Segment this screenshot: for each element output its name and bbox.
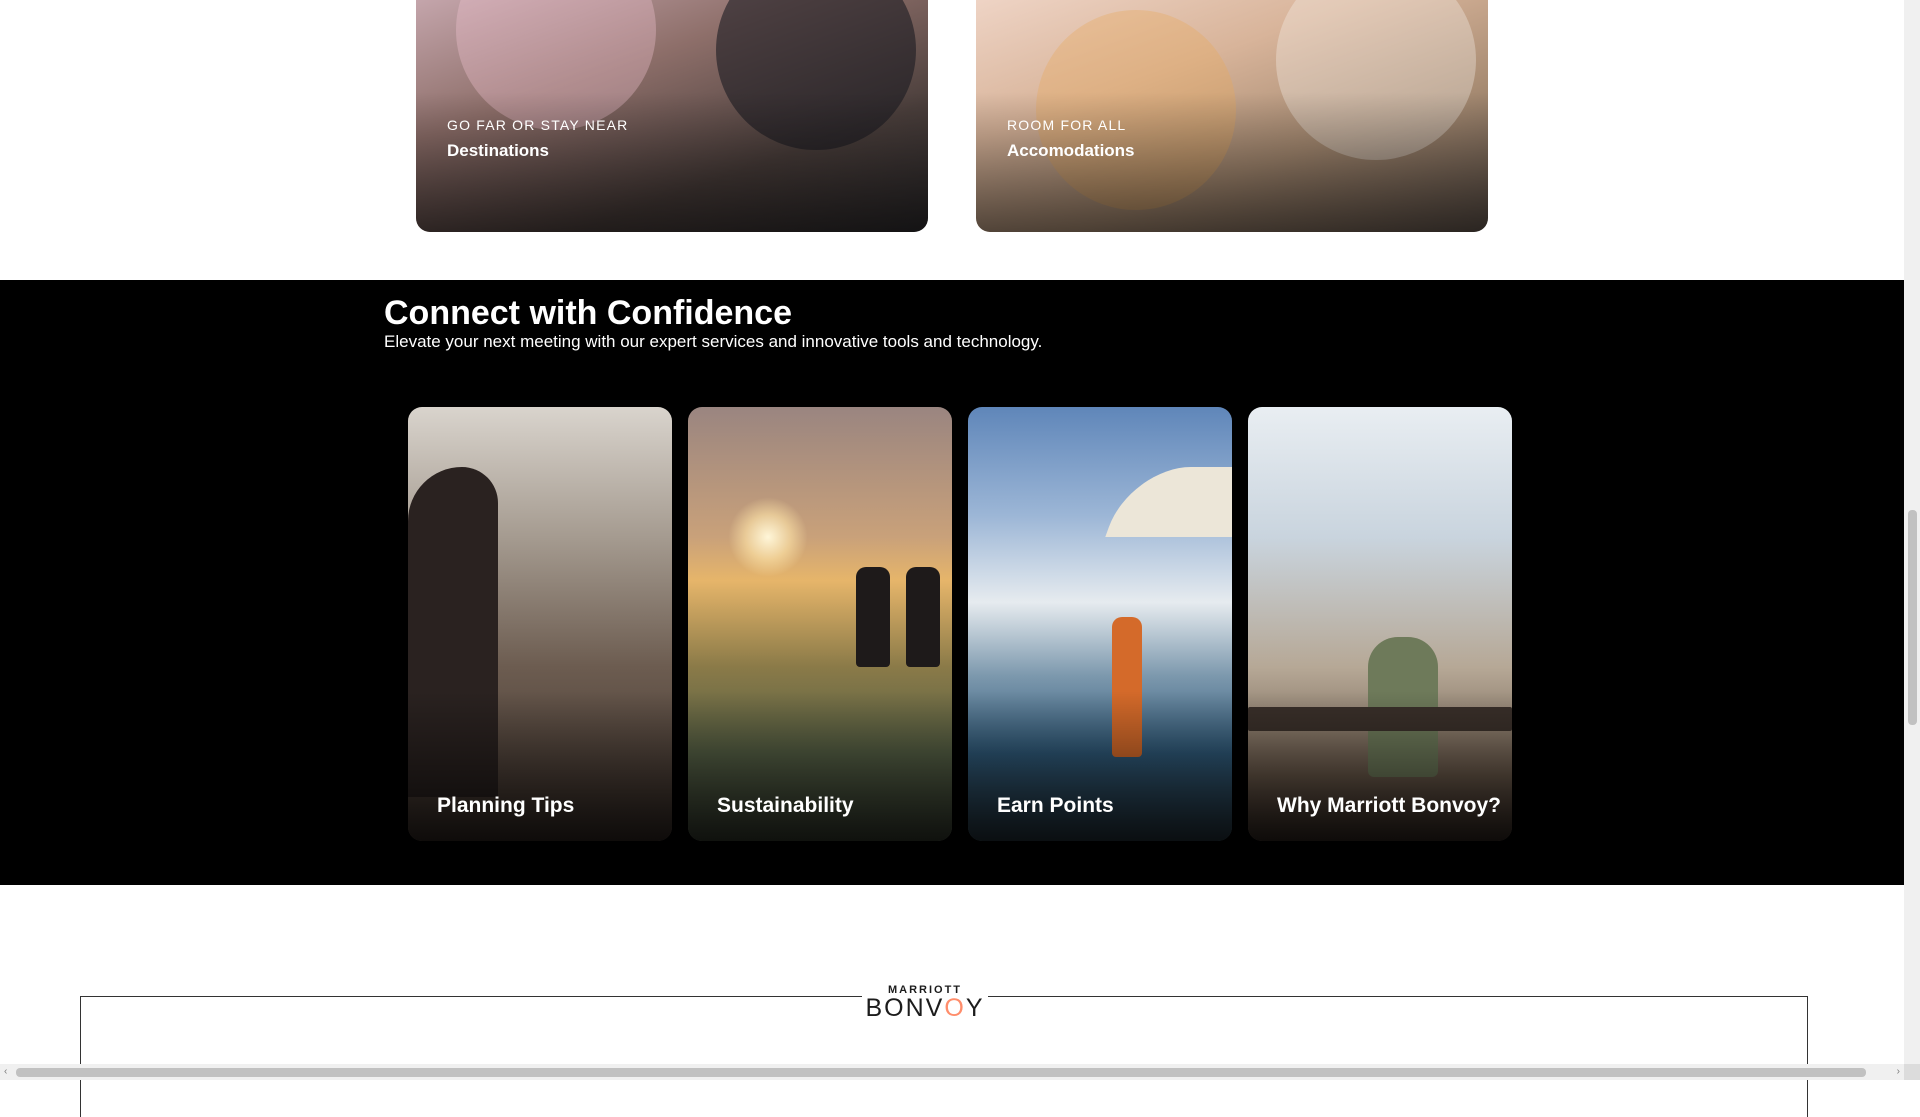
scroll-left-icon[interactable]: ‹ [4, 1066, 7, 1077]
tile-shade [408, 691, 672, 841]
tile-image-figure [856, 567, 890, 667]
scrollbar-corner [1904, 1064, 1920, 1080]
vertical-scroll-thumb[interactable] [1908, 510, 1917, 725]
card-eyebrow: GO FAR OR STAY NEAR [447, 117, 629, 133]
earn-points-tile[interactable]: Earn Points [968, 407, 1232, 841]
tile-label: Planning Tips [437, 794, 575, 817]
horizontal-scroll-thumb[interactable] [16, 1068, 1866, 1077]
connect-section: Connect with Confidence Elevate your nex… [0, 280, 1904, 885]
destinations-card[interactable]: GO FAR OR STAY NEAR Destinations [416, 0, 928, 232]
logo-bottom-b: Y [965, 994, 985, 1022]
marriott-bonvoy-logo[interactable]: MARRIOTT BONVOY [862, 980, 988, 1026]
planning-tips-tile[interactable]: Planning Tips [408, 407, 672, 841]
accommodations-card[interactable]: ROOM FOR ALL Accomodations [976, 0, 1488, 232]
card-eyebrow: ROOM FOR ALL [1007, 117, 1127, 133]
tile-image-figure [906, 567, 940, 667]
card-shade [976, 92, 1488, 232]
scroll-right-icon[interactable]: › [1897, 1066, 1900, 1077]
tile-image [728, 497, 808, 577]
tile-shade [968, 691, 1232, 841]
logo-bottom-a: BONV [865, 994, 945, 1022]
tile-image-umbrella [1105, 467, 1232, 537]
tile-label: Sustainability [717, 794, 854, 817]
card-shade [416, 92, 928, 232]
tile-shade [1248, 691, 1512, 841]
section-subheading: Elevate your next meeting with our exper… [384, 332, 1043, 351]
logo-bottom-text: BONVOY [862, 994, 988, 1022]
sustainability-tile[interactable]: Sustainability [688, 407, 952, 841]
section-heading: Connect with Confidence [384, 294, 792, 332]
why-marriott-bonvoy-tile[interactable]: Why Marriott Bonvoy? [1248, 407, 1512, 841]
tile-label: Earn Points [997, 794, 1114, 817]
card-title[interactable]: Destinations [447, 141, 549, 161]
logo-bottom-dot: O [944, 994, 966, 1022]
card-title[interactable]: Accomodations [1007, 141, 1135, 161]
horizontal-scrollbar[interactable]: ‹ › [0, 1064, 1904, 1080]
vertical-scrollbar[interactable] [1904, 0, 1920, 1064]
tile-shade [688, 691, 952, 841]
tile-label: Why Marriott Bonvoy? [1277, 794, 1501, 817]
